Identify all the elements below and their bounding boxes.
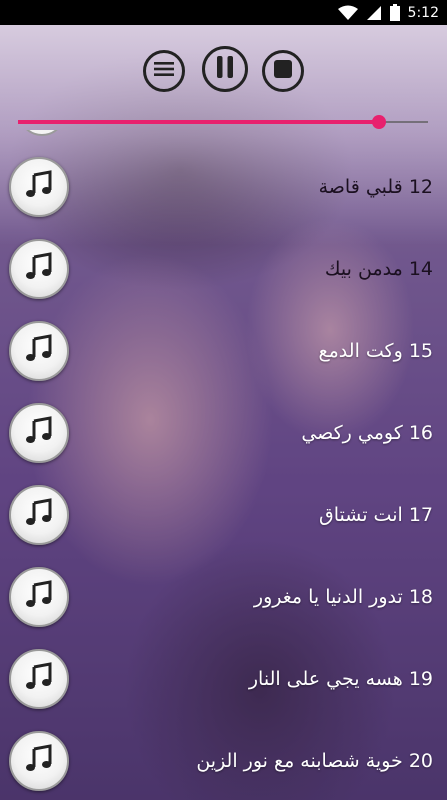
music-note-icon bbox=[24, 662, 54, 696]
pause-icon bbox=[216, 56, 234, 82]
seek-bar[interactable] bbox=[18, 114, 428, 130]
track-row[interactable]: 15 وكت الدمع bbox=[0, 310, 447, 392]
stop-button[interactable] bbox=[262, 50, 304, 92]
track-play-button[interactable] bbox=[9, 157, 69, 217]
signal-icon bbox=[366, 5, 382, 21]
track-row[interactable]: 19 هسه يجي على النار bbox=[0, 638, 447, 720]
track-play-button[interactable] bbox=[9, 731, 69, 791]
track-play-button[interactable] bbox=[9, 239, 69, 299]
wifi-icon bbox=[337, 5, 358, 21]
stop-icon bbox=[274, 60, 292, 82]
track-title: 18 تدور الدنيا يا مغرور bbox=[253, 586, 433, 608]
music-note-icon bbox=[24, 170, 54, 204]
player-controls bbox=[0, 46, 447, 98]
menu-icon bbox=[154, 61, 174, 81]
music-note-icon bbox=[24, 252, 54, 286]
track-play-button[interactable] bbox=[9, 567, 69, 627]
track-play-button[interactable] bbox=[9, 403, 69, 463]
music-note-icon bbox=[24, 744, 54, 778]
track-play-button[interactable] bbox=[9, 485, 69, 545]
status-bar: 5:12 bbox=[0, 0, 447, 25]
track-title: 20 خوية شصابنه مع نور الزين bbox=[196, 750, 433, 772]
track-row[interactable]: 20 خوية شصابنه مع نور الزين bbox=[0, 720, 447, 800]
playlist-menu-button[interactable] bbox=[143, 50, 185, 92]
clock: 5:12 bbox=[407, 4, 439, 21]
battery-icon bbox=[389, 4, 400, 21]
track-list[interactable]: 12 قلبي قاصة 14 مدمن بيك 15 وكت الدمع 16 كو… bbox=[0, 130, 447, 800]
track-row[interactable]: 16 كومي ركصي bbox=[0, 392, 447, 474]
track-row[interactable]: 17 انت تشتاق bbox=[0, 474, 447, 556]
music-note-icon bbox=[24, 416, 54, 450]
seek-thumb[interactable] bbox=[371, 115, 386, 129]
track-title: 12 قلبي قاصة bbox=[318, 176, 433, 198]
track-title: 14 مدمن بيك bbox=[324, 258, 433, 280]
music-note-icon bbox=[24, 334, 54, 368]
track-row[interactable]: 18 تدور الدنيا يا مغرور bbox=[0, 556, 447, 638]
track-play-button[interactable] bbox=[9, 649, 69, 709]
track-row[interactable]: 12 قلبي قاصة bbox=[0, 146, 447, 228]
music-note-icon bbox=[24, 498, 54, 532]
track-play-button-partial[interactable] bbox=[18, 130, 66, 136]
track-title: 17 انت تشتاق bbox=[319, 504, 433, 526]
seek-progress bbox=[18, 120, 379, 124]
track-title: 16 كومي ركصي bbox=[301, 422, 433, 444]
track-play-button[interactable] bbox=[9, 321, 69, 381]
music-note-icon bbox=[24, 580, 54, 614]
track-title: 19 هسه يجي على النار bbox=[248, 668, 433, 690]
track-row[interactable]: 14 مدمن بيك bbox=[0, 228, 447, 310]
track-title: 15 وكت الدمع bbox=[318, 340, 433, 362]
pause-button[interactable] bbox=[202, 46, 248, 92]
